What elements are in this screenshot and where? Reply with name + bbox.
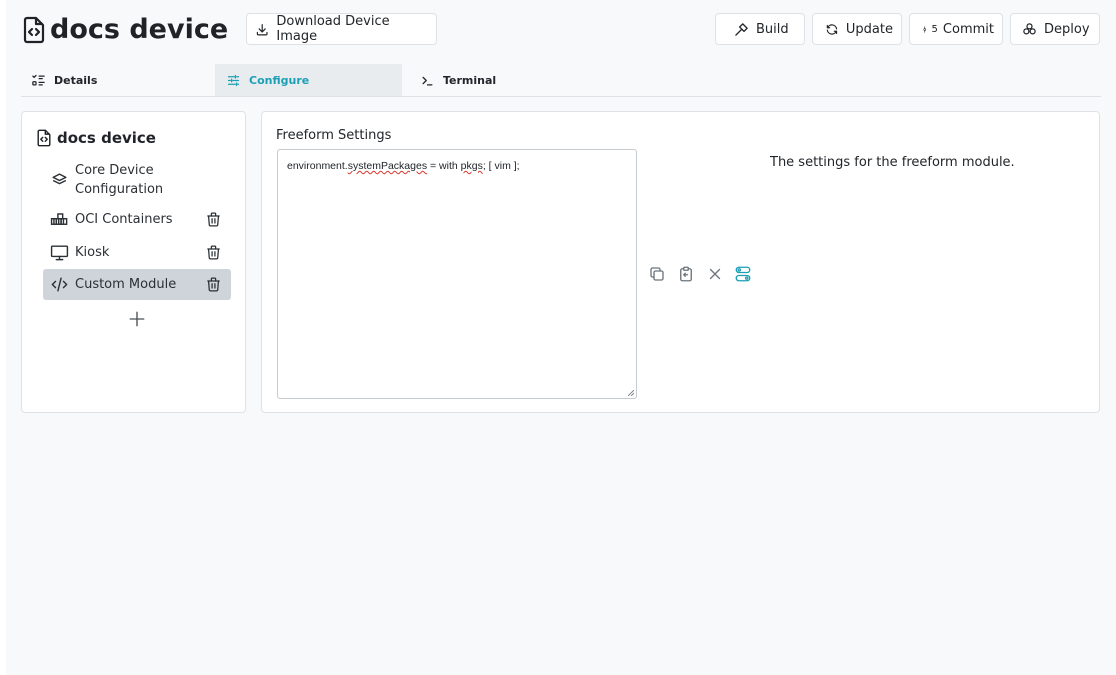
download-device-image-button[interactable]: Download Device Image <box>246 13 437 45</box>
update-button[interactable]: Update <box>812 13 902 45</box>
download-icon <box>256 23 268 35</box>
refresh-icon <box>826 23 838 35</box>
tab-terminal[interactable]: Terminal <box>420 64 600 96</box>
device-title: docs device <box>22 14 228 46</box>
copy-icon[interactable] <box>648 265 666 283</box>
page-title: docs device <box>50 14 229 45</box>
build-button[interactable]: Build <box>715 13 805 45</box>
list-details-icon <box>32 74 45 85</box>
tab-terminal-label: Terminal <box>443 73 497 87</box>
add-module-plus-icon[interactable] <box>128 310 146 328</box>
code-icon <box>51 277 68 292</box>
sidebar-item-kiosk[interactable]: Kiosk <box>43 237 231 268</box>
commit-button[interactable]: 5 Commit <box>909 13 1003 45</box>
sidebar-item-label: Kiosk <box>75 245 110 260</box>
editor-text: environment. <box>287 160 348 172</box>
close-icon[interactable] <box>706 265 724 283</box>
terminal-icon <box>422 76 433 85</box>
deploy-icon <box>1023 22 1036 34</box>
sidebar-item-oci-containers[interactable]: OCI Containers <box>43 204 231 235</box>
sidebar-item-label: Custom Module <box>75 277 177 292</box>
build-button-label: Build <box>756 21 789 37</box>
deploy-button-label: Deploy <box>1044 21 1090 37</box>
tab-configure-label: Configure <box>249 73 310 87</box>
git-commit-icon <box>923 25 927 33</box>
sidebar-item-custom-module[interactable]: Custom Module <box>43 269 231 300</box>
freeform-settings-label: Freeform Settings <box>276 128 392 143</box>
sidebar-title: docs device <box>36 129 156 147</box>
deploy-button[interactable]: Deploy <box>1010 13 1100 45</box>
sidebar-item-label: OCI Containers <box>75 212 173 227</box>
trash-icon[interactable] <box>205 244 222 261</box>
trash-icon[interactable] <box>205 276 222 293</box>
commit-count-badge: 5 <box>931 23 938 35</box>
settings-panel: Freeform Settings environment.systemPack… <box>261 111 1100 413</box>
file-code-icon <box>37 129 51 147</box>
editor-text: = with <box>427 160 461 172</box>
file-code-icon <box>23 16 45 44</box>
commit-button-label: Commit <box>942 21 994 37</box>
hammer-icon <box>735 22 748 36</box>
freeform-settings-textarea[interactable]: environment.systemPackages = with pkgs; … <box>277 149 637 399</box>
tab-details[interactable]: Details <box>31 64 211 96</box>
paste-icon[interactable] <box>677 265 695 283</box>
sidebar-item-core-device-configuration[interactable]: Core Device Configuration <box>43 160 231 200</box>
sidebar-title-text: docs device <box>57 129 156 147</box>
tab-details-label: Details <box>54 73 98 87</box>
tab-configure[interactable]: Configure <box>215 64 402 96</box>
header: docs device Download Device Image Build … <box>6 0 1116 60</box>
layers-icon <box>52 172 67 184</box>
editor-text-misspelled: systemPackages <box>347 160 428 172</box>
page: docs device Download Device Image Build … <box>6 0 1116 675</box>
module-description: The settings for the freeform module. <box>770 155 1015 170</box>
editor-text-misspelled: pkgs <box>460 160 483 172</box>
editor-text: ; [ vim ]; <box>482 160 520 172</box>
tab-bar: Details Configure Terminal <box>21 64 1101 97</box>
route-options-icon[interactable] <box>734 265 752 283</box>
update-button-label: Update <box>845 21 893 37</box>
sidebar-item-label: Core Device Configuration <box>75 163 164 197</box>
trash-icon[interactable] <box>205 211 222 228</box>
monitor-icon <box>50 245 69 261</box>
resize-handle-icon[interactable] <box>628 390 634 396</box>
containers-icon <box>50 213 68 225</box>
download-button-label: Download Device Image <box>276 14 390 44</box>
module-sidebar: docs device Core Device Configuration OC… <box>21 111 246 413</box>
adjustments-icon <box>227 74 240 86</box>
